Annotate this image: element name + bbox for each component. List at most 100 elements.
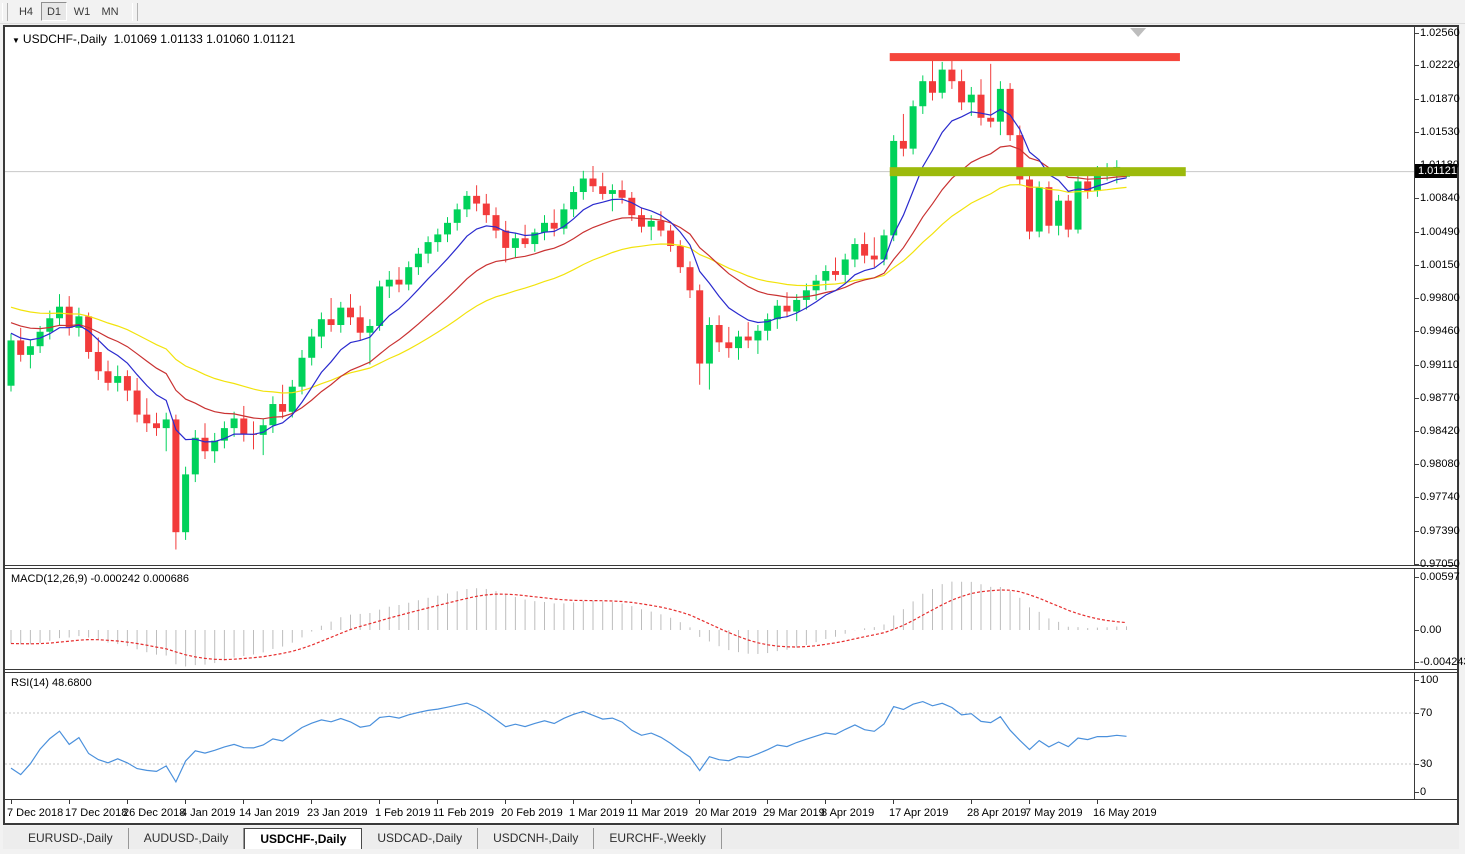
date-label: 4 Jan 2019	[181, 807, 236, 819]
price-chart-pane[interactable]: 1.025601.022201.018701.015301.011801.008…	[5, 27, 1460, 570]
price-axis-tick	[1415, 564, 1419, 565]
timeframe-button-mn[interactable]: MN	[97, 2, 123, 21]
date-tick	[311, 800, 312, 804]
date-label: 26 Dec 2018	[123, 807, 186, 819]
price-axis-tick	[1415, 398, 1419, 399]
date-tick	[767, 800, 768, 804]
price-axis-tick	[1415, 232, 1419, 233]
macd-axis[interactable]: 0.00597 0.00 -0.004243	[1414, 569, 1465, 669]
toolbar-grip[interactable]	[2, 2, 8, 21]
price-axis-tick	[1415, 99, 1419, 100]
price-axis-label: 1.00840	[1420, 192, 1460, 204]
rsi-axis-label: 100	[1420, 674, 1439, 686]
price-axis-tick	[1415, 132, 1419, 133]
price-axis-tick	[1415, 531, 1419, 532]
chart-tab-usdchf[interactable]: USDCHF-,Daily	[244, 828, 363, 849]
date-tick	[437, 800, 438, 804]
date-label: 16 May 2019	[1093, 807, 1157, 819]
price-axis-tick	[1415, 198, 1419, 199]
date-label: 11 Feb 2019	[433, 807, 494, 819]
rsi-value: 48.6800	[51, 677, 92, 689]
date-axis[interactable]: 7 Dec 2018 17 Dec 2018 26 Dec 2018 4 Jan 20…	[5, 799, 1457, 823]
price-axis[interactable]: 1.025601.022201.018701.015301.011801.008…	[1414, 27, 1460, 570]
date-tick	[379, 800, 380, 804]
price-axis-tick	[1415, 331, 1419, 332]
macd-pane[interactable]: 0.00597 0.00 -0.004243 MACD(12,26,9) -0.00…	[5, 569, 1465, 669]
price-axis-label: 1.01530	[1420, 126, 1460, 138]
chart-tab-usdcad[interactable]: USDCAD-,Daily	[362, 828, 479, 849]
price-axis-label: 0.97390	[1420, 525, 1460, 537]
rsi-axis-label: 30	[1420, 758, 1433, 770]
date-tick	[971, 800, 972, 804]
rsi-axis-tick	[1415, 764, 1419, 765]
date-tick	[185, 800, 186, 804]
price-axis-label: 0.98420	[1420, 425, 1460, 437]
rsi-axis-label: 0	[1420, 786, 1427, 798]
timeframe-button-h4[interactable]: H4	[13, 2, 39, 21]
date-label: 17 Apr 2019	[889, 807, 949, 819]
rsi-axis-tick	[1415, 713, 1419, 714]
date-tick	[825, 800, 826, 804]
chart-tab-usdcnh[interactable]: USDCNH-,Daily	[478, 828, 595, 849]
timeframe-buttons: H4 D1 W1 MN	[12, 2, 124, 21]
metatrader-window: H4 D1 W1 MN 1.02560 1.02220 1.01870 1.01530 1.0…	[0, 0, 1465, 854]
macd-name: MACD(12,26,9)	[11, 573, 88, 585]
toolbar-separator	[132, 2, 138, 21]
macd-axis-label: -0.004243	[1420, 656, 1465, 668]
price-axis-tick	[1415, 497, 1419, 498]
macd-axis-label: 0.00597	[1420, 571, 1460, 583]
date-tick	[11, 800, 12, 804]
timeframe-button-w1[interactable]: W1	[69, 2, 95, 21]
price-axis-label: 1.02220	[1420, 59, 1460, 71]
chart-tab-audusd[interactable]: AUDUSD-,Daily	[129, 828, 245, 849]
date-tick	[1029, 800, 1030, 804]
price-axis-tick	[1415, 365, 1419, 366]
date-label: 7 Dec 2018	[7, 807, 64, 819]
date-label: 1 Feb 2019	[375, 807, 431, 819]
rsi-name: RSI(14)	[11, 677, 49, 689]
price-axis-label: 0.97740	[1420, 491, 1460, 503]
chart-tab-eurusd[interactable]: EURUSD-,Daily	[13, 828, 129, 849]
rsi-axis-label: 70	[1420, 707, 1433, 719]
date-label: 17 Dec 2018	[65, 807, 128, 819]
price-axis-label: 0.99110	[1420, 359, 1459, 371]
rsi-pane[interactable]: 100 70 30 0 RSI(14) 48.6800	[5, 673, 1457, 799]
macd-axis-tick	[1415, 662, 1419, 663]
rsi-axis[interactable]: 100 70 30 0	[1414, 673, 1457, 799]
macd-chart[interactable]	[5, 569, 1414, 669]
price-axis-label: 0.99460	[1420, 325, 1460, 337]
date-tick	[243, 800, 244, 804]
chart-symbol-label: USDCHF-,Daily	[22, 32, 107, 46]
date-label: 7 May 2019	[1025, 807, 1083, 819]
chart-dropdown-icon[interactable]: ▼	[12, 36, 20, 45]
price-axis-label: 1.00150	[1420, 259, 1460, 271]
date-label: 14 Jan 2019	[239, 807, 300, 819]
rsi-label: RSI(14) 48.6800	[11, 677, 92, 689]
rsi-chart[interactable]	[5, 673, 1414, 799]
date-tick	[69, 800, 70, 804]
date-label: 29 Mar 2019	[763, 807, 825, 819]
macd-axis-tick	[1415, 577, 1419, 578]
price-axis-label: 0.99800	[1420, 292, 1460, 304]
date-tick	[699, 800, 700, 804]
date-tick	[505, 800, 506, 804]
date-tick	[1097, 800, 1098, 804]
price-axis-label: 1.02560	[1420, 27, 1460, 39]
chart-ohlc-values: 1.01069 1.01133 1.01060 1.01121	[113, 32, 296, 46]
price-axis-label: 1.01870	[1420, 93, 1460, 105]
rsi-axis-tick	[1415, 792, 1419, 793]
price-axis-label: 0.98770	[1420, 392, 1460, 404]
rsi-axis-tick	[1415, 680, 1419, 681]
chart-tab-eurchf[interactable]: EURCHF-,Weekly	[594, 828, 722, 849]
price-axis-tick	[1415, 265, 1419, 266]
date-tick	[631, 800, 632, 804]
candlestick-chart[interactable]	[5, 27, 1414, 565]
date-tick	[893, 800, 894, 804]
price-axis-label: 0.98080	[1420, 458, 1460, 470]
current-price-tag: 1.01121	[1415, 164, 1457, 178]
macd-axis-tick	[1415, 630, 1419, 631]
date-label: 1 Mar 2019	[569, 807, 625, 819]
price-axis-tick	[1415, 464, 1419, 465]
timeframe-button-d1[interactable]: D1	[41, 2, 67, 21]
date-label: 28 Apr 2019	[967, 807, 1027, 819]
